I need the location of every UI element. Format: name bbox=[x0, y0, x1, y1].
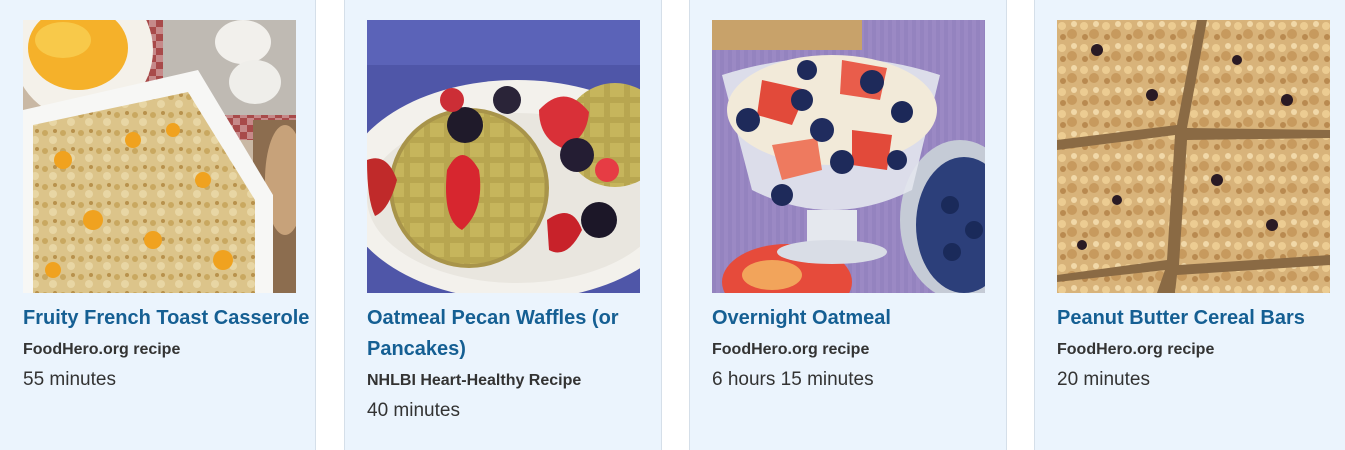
recipe-card[interactable]: Peanut Butter Cereal Bars FoodHero.org r… bbox=[1034, 0, 1345, 450]
recipe-time: 40 minutes bbox=[367, 400, 460, 421]
waffles-with-berries-photo[interactable] bbox=[367, 20, 640, 293]
recipe-time: 20 minutes bbox=[1057, 369, 1150, 390]
recipe-card[interactable]: Overnight Oatmeal FoodHero.org recipe 6 … bbox=[689, 0, 1007, 450]
recipe-title-link[interactable]: Fruity French Toast Casserole bbox=[23, 303, 313, 334]
recipe-time: 55 minutes bbox=[23, 369, 116, 390]
overnight-oatmeal-image bbox=[712, 20, 985, 293]
recipe-card-info: Fruity French Toast Casserole FoodHero.o… bbox=[23, 303, 313, 392]
recipe-source: FoodHero.org recipe bbox=[23, 341, 181, 358]
waffles-with-berries-image bbox=[367, 20, 640, 293]
overnight-oatmeal-photo[interactable] bbox=[712, 20, 985, 293]
recipe-title-link[interactable]: Peanut Butter Cereal Bars bbox=[1057, 303, 1345, 334]
french-toast-casserole-photo[interactable] bbox=[23, 20, 296, 293]
recipe-card-info: Peanut Butter Cereal Bars FoodHero.org r… bbox=[1057, 303, 1345, 392]
recipe-source: NHLBI Heart-Healthy Recipe bbox=[367, 372, 582, 389]
cereal-bars-photo[interactable] bbox=[1057, 20, 1330, 293]
recipe-title-link[interactable]: Overnight Oatmeal bbox=[712, 303, 1002, 334]
recipe-card[interactable]: Oatmeal Pecan Waffles (or Pancakes) NHLB… bbox=[344, 0, 662, 450]
recipe-card-info: Overnight Oatmeal FoodHero.org recipe 6 … bbox=[712, 303, 1002, 392]
french-toast-casserole-image bbox=[23, 20, 296, 293]
recipe-source: FoodHero.org recipe bbox=[712, 341, 870, 358]
recipe-card-info: Oatmeal Pecan Waffles (or Pancakes) NHLB… bbox=[367, 303, 657, 423]
recipe-card[interactable]: Fruity French Toast Casserole FoodHero.o… bbox=[0, 0, 316, 450]
recipe-time: 6 hours 15 minutes bbox=[712, 369, 874, 390]
cereal-bars-image bbox=[1057, 20, 1330, 293]
recipe-title-link[interactable]: Oatmeal Pecan Waffles (or Pancakes) bbox=[367, 303, 657, 365]
recipe-card-grid: Fruity French Toast Casserole FoodHero.o… bbox=[0, 0, 1345, 450]
recipe-source: FoodHero.org recipe bbox=[1057, 341, 1215, 358]
